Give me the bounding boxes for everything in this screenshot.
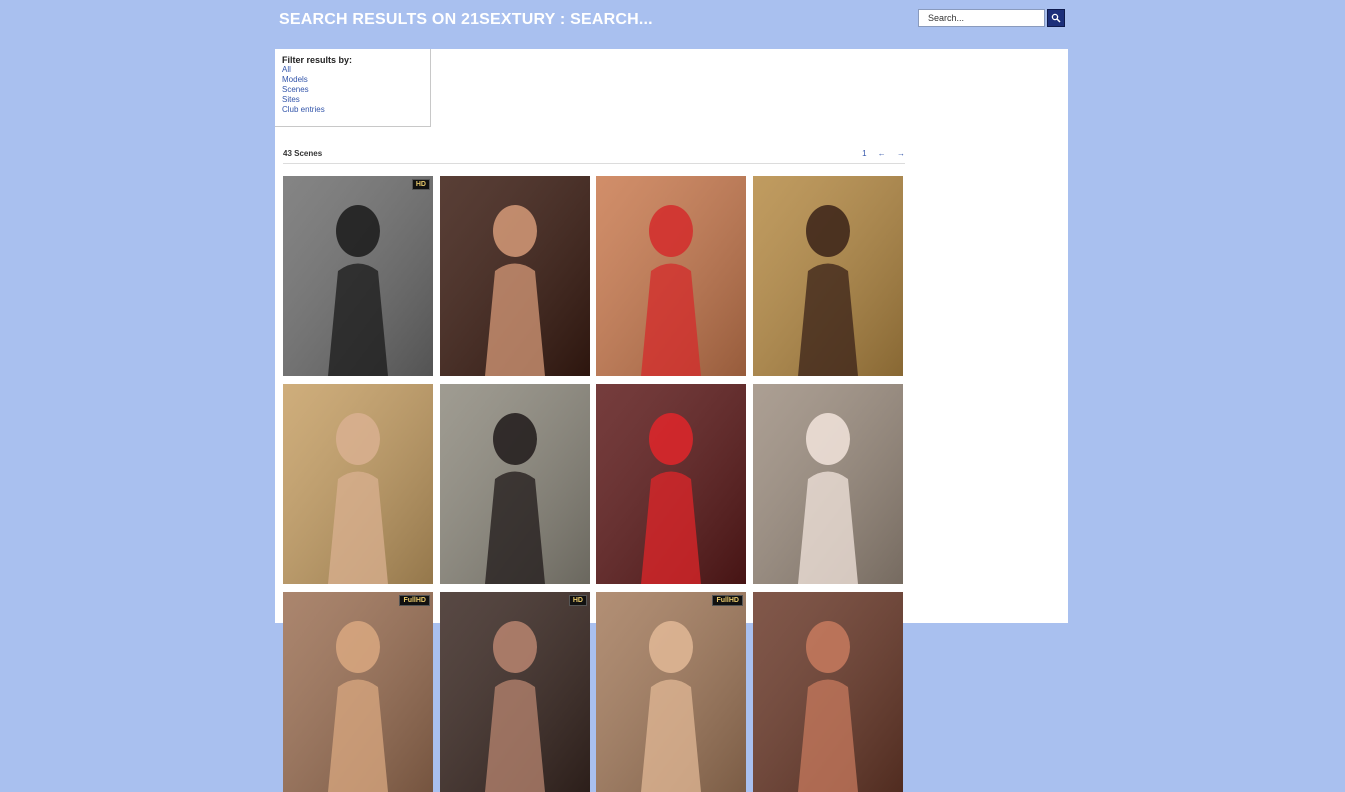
- search-button[interactable]: [1047, 9, 1065, 27]
- thumbnail-image: [440, 384, 590, 584]
- thumbnail-image: [440, 592, 590, 792]
- scene-thumbnail[interactable]: FullHD: [283, 592, 433, 792]
- thumbnail-image: [283, 176, 433, 376]
- filter-title: Filter results by:: [282, 55, 353, 65]
- thumbnail-image: [283, 592, 433, 792]
- page-title: SEARCH RESULTS ON 21SEXTURY : SEARCH...: [279, 11, 653, 28]
- thumbnail-image: [753, 384, 903, 584]
- filter-link-sites[interactable]: Sites: [282, 95, 423, 105]
- filter-link-scenes[interactable]: Scenes: [282, 85, 423, 95]
- scene-thumbnail[interactable]: [440, 176, 590, 376]
- scene-thumbnail[interactable]: [596, 384, 746, 584]
- quality-badge: FullHD: [712, 595, 743, 606]
- quality-badge: FullHD: [399, 595, 430, 606]
- scene-thumbnail[interactable]: [753, 592, 903, 792]
- quality-badge: HD: [411, 179, 430, 190]
- scene-thumbnail[interactable]: [283, 384, 433, 584]
- filter-panel: Filter results by: All Models Scenes Sit…: [275, 49, 431, 127]
- thumbnail-image: [753, 592, 903, 792]
- thumbnail-image: [596, 176, 746, 376]
- scene-thumbnail[interactable]: [440, 384, 590, 584]
- scene-thumbnail[interactable]: FullHD: [596, 592, 746, 792]
- filter-link-models[interactable]: Models: [282, 75, 423, 85]
- next-page-arrow-icon[interactable]: →: [897, 149, 905, 158]
- results-bar: 43 Scenes 1 ← →: [283, 147, 905, 164]
- result-count: 43 Scenes: [283, 149, 323, 158]
- prev-page-arrow-icon[interactable]: ←: [878, 149, 886, 158]
- thumbnail-image: [753, 176, 903, 376]
- thumbnail-image: [440, 176, 590, 376]
- page-number-1[interactable]: 1: [862, 149, 866, 158]
- quality-badge: HD: [568, 595, 587, 606]
- thumbnail-image: [596, 592, 746, 792]
- main-content: Filter results by: All Models Scenes Sit…: [275, 49, 1068, 792]
- thumbnail-image: [596, 384, 746, 584]
- thumbnail-image: [283, 384, 433, 584]
- filter-link-all[interactable]: All: [282, 65, 423, 75]
- scene-thumbnail[interactable]: [753, 176, 903, 376]
- search-icon: [1051, 13, 1061, 23]
- search-input[interactable]: [918, 9, 1045, 27]
- filter-link-club-entries[interactable]: Club entries: [282, 105, 423, 115]
- scene-thumbnail[interactable]: HD: [283, 176, 433, 376]
- scene-thumbnail[interactable]: [753, 384, 903, 584]
- scene-thumbnail[interactable]: [596, 176, 746, 376]
- header: SEARCH RESULTS ON 21SEXTURY : SEARCH...: [0, 0, 1345, 48]
- pagination: 1 ← →: [853, 149, 905, 158]
- scene-thumbnail[interactable]: HD: [440, 592, 590, 792]
